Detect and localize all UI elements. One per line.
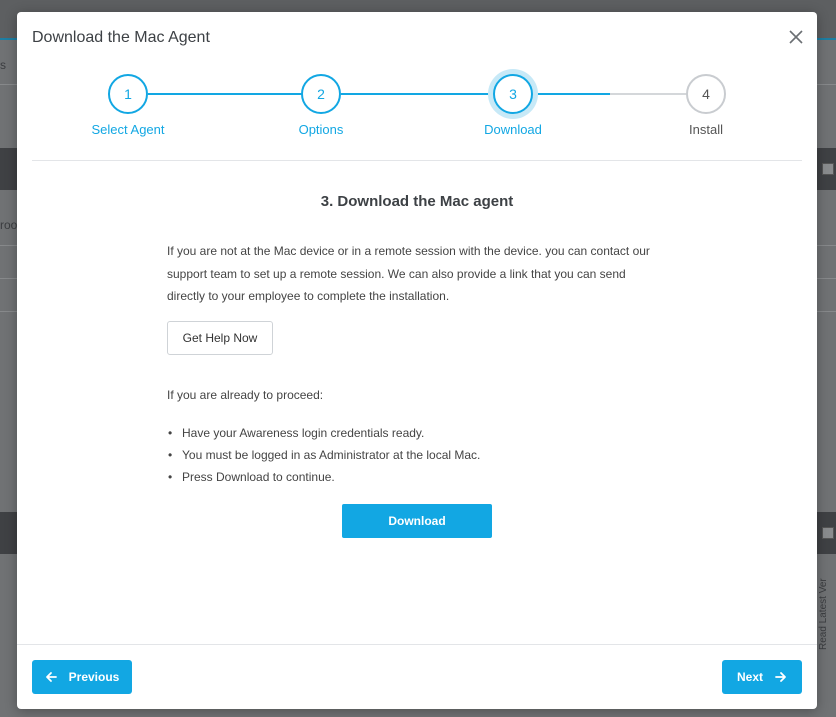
background-checkbox <box>822 163 834 175</box>
step-options[interactable]: 2 Options <box>261 74 381 137</box>
arrow-left-icon <box>45 671 57 683</box>
background-vertical-text: Read Latest Ver <box>818 578 829 650</box>
proceed-text: If you are already to proceed: <box>167 388 324 402</box>
background-text-fragment: roo <box>0 218 18 232</box>
step-download[interactable]: 3 Download <box>453 74 573 137</box>
background-text-fragment: s <box>0 58 6 72</box>
footer-divider <box>17 644 817 645</box>
step-label: Download <box>484 122 542 137</box>
requirements-list: Have your Awareness login credentials re… <box>167 422 480 488</box>
step-number: 3 <box>493 74 533 114</box>
modal-title: Download the Mac Agent <box>32 29 210 46</box>
list-item: Have your Awareness login credentials re… <box>167 422 480 444</box>
previous-label: Previous <box>68 670 120 684</box>
step-number: 2 <box>301 74 341 114</box>
close-icon[interactable] <box>787 28 805 46</box>
download-button[interactable]: Download <box>342 504 492 538</box>
step-label: Install <box>689 122 723 137</box>
instructions-paragraph: If you are not at the Mac device or in a… <box>167 244 650 303</box>
header-divider <box>32 160 802 161</box>
arrow-right-icon <box>775 671 787 683</box>
next-button[interactable]: Next <box>722 660 802 694</box>
step-label: Options <box>298 122 344 137</box>
wizard-stepper: 1 Select Agent 2 Options 3 Download 4 In… <box>17 74 817 164</box>
background-checkbox <box>822 527 834 539</box>
step-install: 4 Install <box>646 74 766 137</box>
list-item: You must be logged in as Administrator a… <box>167 444 480 466</box>
step-select-agent[interactable]: 1 Select Agent <box>68 74 188 137</box>
get-help-now-button[interactable]: Get Help Now <box>167 321 273 355</box>
step-number: 1 <box>108 74 148 114</box>
download-agent-modal: Download the Mac Agent 1 Select Agent 2 … <box>17 12 817 709</box>
previous-button[interactable]: Previous <box>32 660 132 694</box>
list-item: Press Download to continue. <box>167 466 480 488</box>
next-label: Next <box>736 670 763 684</box>
section-heading: 3. Download the Mac agent <box>320 193 514 210</box>
step-label: Select Agent <box>91 122 165 137</box>
step-number: 4 <box>686 74 726 114</box>
